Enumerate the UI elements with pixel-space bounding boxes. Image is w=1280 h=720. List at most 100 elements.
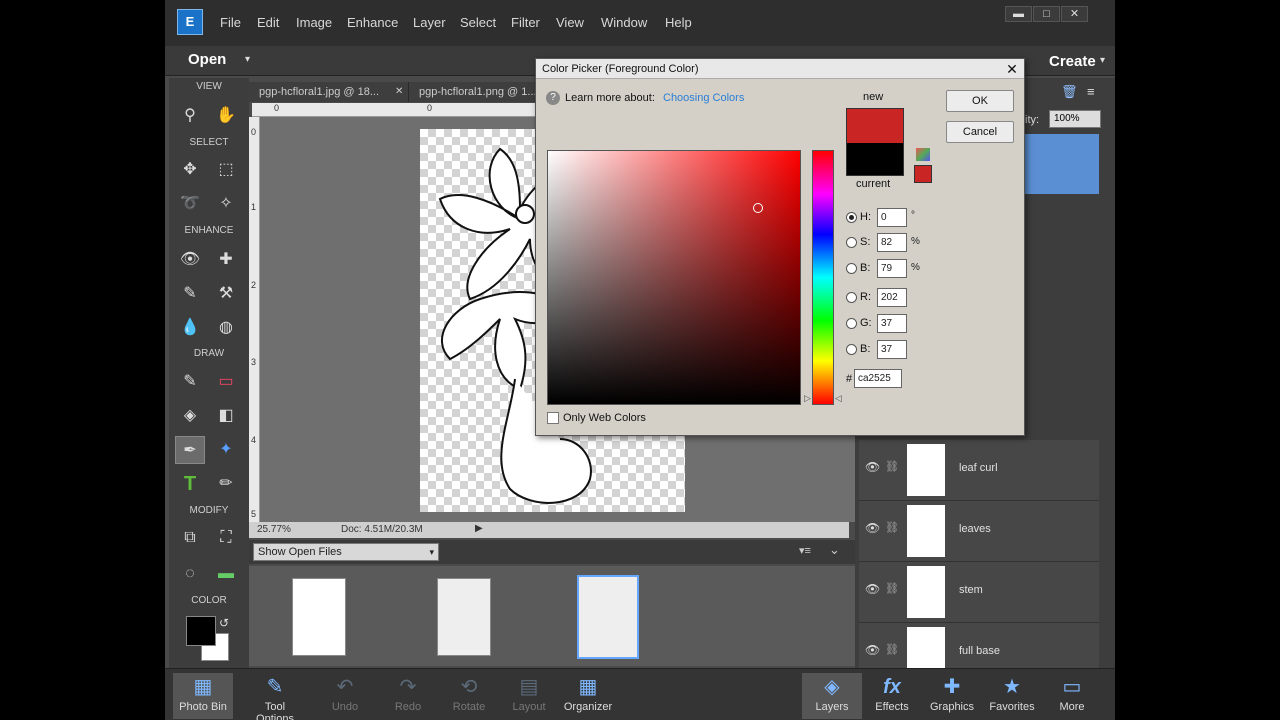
choosing-colors-link[interactable]: Choosing Colors <box>663 92 744 104</box>
tool-options-button[interactable]: ✎ Tool Options <box>245 673 305 720</box>
more-button[interactable]: ▭ More <box>1042 673 1102 719</box>
bin-menu-icon[interactable]: ▾≡ <box>799 544 811 557</box>
only-web-colors-checkbox[interactable] <box>547 412 559 424</box>
effects-button[interactable]: fx Effects <box>862 673 922 719</box>
crop-tool-icon[interactable]: ⧉ <box>175 524 205 552</box>
closest-gamut-swatch[interactable] <box>914 165 932 183</box>
visibility-eye-icon[interactable]: 👁 <box>865 460 880 474</box>
minimize-button[interactable]: ▬ <box>1005 6 1032 22</box>
gradient-tool-icon[interactable]: ◧ <box>211 402 241 430</box>
layer-name[interactable]: leaf curl <box>959 462 998 474</box>
blur-tool-icon[interactable]: 💧 <box>175 314 205 342</box>
menu-enhance[interactable]: Enhance <box>347 15 398 30</box>
foreground-color-swatch[interactable] <box>186 616 216 646</box>
hue-slider[interactable]: ▷ ◁ <box>804 150 842 405</box>
close-window-button[interactable]: ✕ <box>1061 6 1088 22</box>
blue-field[interactable]: 37 <box>877 340 907 359</box>
red-field[interactable]: 202 <box>877 288 907 307</box>
ok-button[interactable]: OK <box>946 90 1014 112</box>
radio-hue[interactable] <box>846 212 857 223</box>
photo-bin-button[interactable]: ▦ Photo Bin <box>173 673 233 719</box>
hand-tool-icon[interactable]: ✋ <box>211 102 241 130</box>
hex-field[interactable]: ca2525 <box>854 369 902 388</box>
saturation-field[interactable]: 82 <box>877 233 907 252</box>
open-dropdown-icon[interactable]: ▾ <box>245 54 250 65</box>
hue-field[interactable]: 0 <box>877 208 907 227</box>
organizer-button[interactable]: ▦ Organizer <box>558 673 618 719</box>
radio-blue[interactable] <box>846 344 857 355</box>
menu-view[interactable]: View <box>556 15 584 30</box>
visibility-eye-icon[interactable]: 👁 <box>865 521 880 535</box>
custom-shape-tool-icon[interactable]: ✦ <box>211 436 241 464</box>
red-eye-tool-icon[interactable]: 👁 <box>175 246 205 274</box>
content-aware-move-tool-icon[interactable]: ◌ <box>175 560 205 588</box>
green-field[interactable]: 37 <box>877 314 907 333</box>
visibility-eye-icon[interactable]: 👁 <box>865 582 880 596</box>
graphics-button[interactable]: ✚ Graphics <box>922 673 982 719</box>
redo-button[interactable]: ↷ Redo <box>378 673 438 719</box>
layer-name[interactable]: full base <box>959 645 1000 657</box>
hue-slider-right-handle-icon[interactable]: ◁ <box>835 393 842 404</box>
bin-thumbnail-selected[interactable] <box>577 575 639 659</box>
layer-name[interactable]: leaves <box>959 523 991 535</box>
color-field-cursor[interactable] <box>753 203 763 213</box>
opacity-input[interactable]: 100% <box>1049 110 1101 128</box>
menu-file[interactable]: File <box>220 15 241 30</box>
bin-source-select[interactable]: Show Open Files ▾ <box>253 543 439 561</box>
sponge-tool-icon[interactable]: ◍ <box>211 314 241 342</box>
layer-name[interactable]: stem <box>959 584 983 596</box>
zoom-tool-icon[interactable]: ⚲ <box>175 102 205 130</box>
paint-bucket-tool-icon[interactable]: ◈ <box>175 402 205 430</box>
open-button[interactable]: Open <box>188 51 226 68</box>
radio-brightness[interactable] <box>846 263 857 274</box>
cancel-button[interactable]: Cancel <box>946 121 1014 143</box>
move-tool-icon[interactable]: ✥ <box>175 156 205 184</box>
pencil-tool-icon[interactable]: ✏ <box>211 470 241 498</box>
menu-select[interactable]: Select <box>460 15 496 30</box>
layers-button[interactable]: ◈ Layers <box>802 673 862 719</box>
zoom-level[interactable]: 25.77% <box>257 524 291 535</box>
trash-icon[interactable]: 🗑 <box>1061 84 1078 100</box>
menu-edit[interactable]: Edit <box>257 15 279 30</box>
link-icon[interactable]: ⛓ <box>885 521 899 534</box>
tab-close-icon[interactable]: ✕ <box>395 82 403 102</box>
menu-image[interactable]: Image <box>296 15 332 30</box>
status-menu-arrow-icon[interactable]: ▶ <box>475 523 483 534</box>
hue-slider-left-handle-icon[interactable]: ▷ <box>804 393 811 404</box>
dialog-close-icon[interactable]: ✕ <box>1004 61 1020 77</box>
straighten-tool-icon[interactable]: ▬ <box>211 560 241 588</box>
layer-row[interactable]: 👁 ⛓ leaves <box>859 501 1099 562</box>
app-logo-icon[interactable]: E <box>177 9 203 35</box>
dialog-title[interactable]: Color Picker (Foreground Color) <box>536 59 1024 79</box>
bin-thumbnail[interactable] <box>437 578 491 656</box>
brightness-field[interactable]: 79 <box>877 259 907 278</box>
recompose-tool-icon[interactable]: ⛶ <box>211 524 241 552</box>
link-icon[interactable]: ⛓ <box>885 460 899 473</box>
favorites-button[interactable]: ★ Favorites <box>982 673 1042 719</box>
tab-document-jpg[interactable]: pgp-hcfloral1.jpg @ 18... ✕ <box>249 82 409 102</box>
menu-layer[interactable]: Layer <box>413 15 446 30</box>
layer-row[interactable]: 👁 ⛓ stem <box>859 562 1099 623</box>
clone-stamp-tool-icon[interactable]: ⚒ <box>211 280 241 308</box>
link-icon[interactable]: ⛓ <box>885 582 899 595</box>
create-dropdown-icon[interactable]: ▾ <box>1100 55 1105 66</box>
marquee-tool-icon[interactable]: ⬚ <box>211 156 241 184</box>
maximize-button[interactable]: □ <box>1033 6 1060 22</box>
type-tool-icon[interactable]: T <box>175 470 205 498</box>
radio-red[interactable] <box>846 292 857 303</box>
smart-brush-tool-icon[interactable]: ✎ <box>175 280 205 308</box>
quick-select-tool-icon[interactable]: ✧ <box>211 190 241 218</box>
visibility-eye-icon[interactable]: 👁 <box>865 643 880 657</box>
menu-filter[interactable]: Filter <box>511 15 540 30</box>
menu-window[interactable]: Window <box>601 15 647 30</box>
menu-help[interactable]: Help <box>665 15 692 30</box>
lasso-tool-icon[interactable]: ➰ <box>175 190 205 218</box>
rotate-button[interactable]: ⟲ Rotate <box>439 673 499 719</box>
layout-button[interactable]: ▤ Layout <box>499 673 559 719</box>
out-of-gamut-icon[interactable] <box>916 148 930 161</box>
radio-saturation[interactable] <box>846 237 857 248</box>
undo-button[interactable]: ↶ Undo <box>315 673 375 719</box>
radio-green[interactable] <box>846 318 857 329</box>
bin-thumbnail[interactable] <box>292 578 346 656</box>
link-icon[interactable]: ⛓ <box>885 643 899 656</box>
